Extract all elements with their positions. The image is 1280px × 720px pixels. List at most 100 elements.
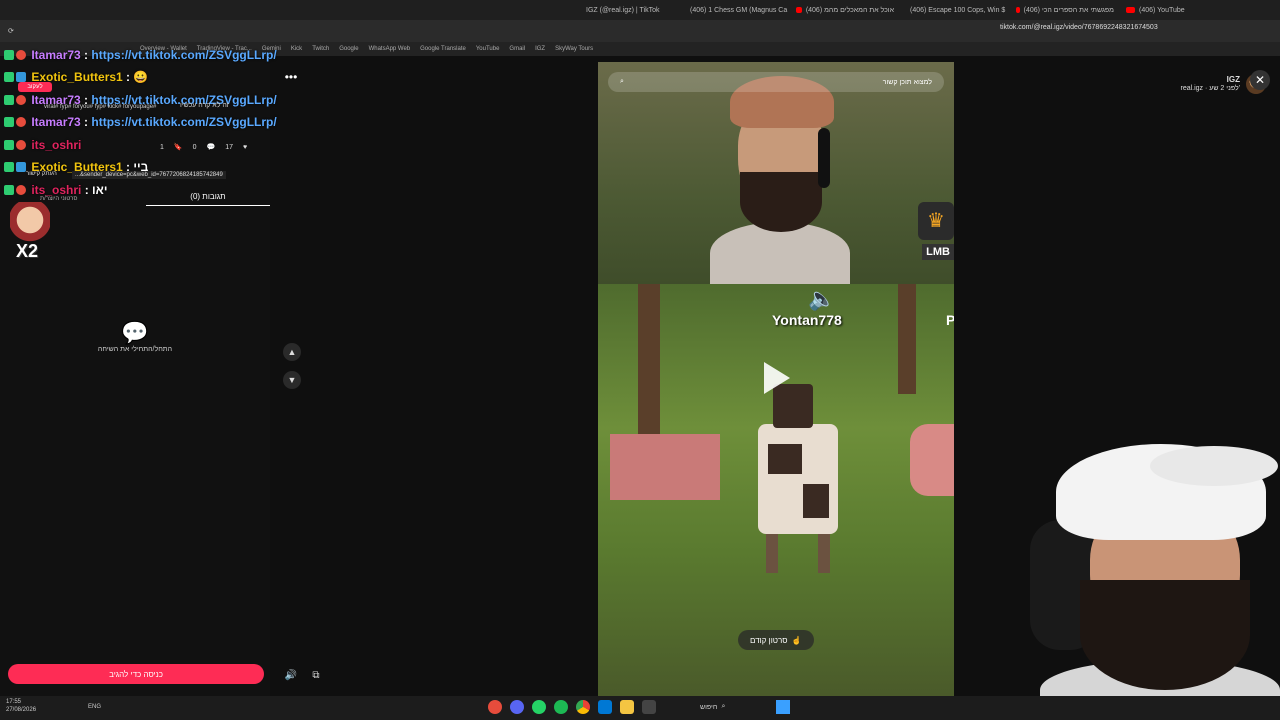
- more-options-icon[interactable]: •••: [282, 71, 300, 86]
- bookmark-item[interactable]: Google Translate: [420, 46, 466, 52]
- chat-separator: :: [80, 115, 92, 129]
- spotify-icon[interactable]: [554, 700, 568, 714]
- cow-spot: [768, 444, 802, 474]
- youtube-icon: [1126, 7, 1135, 13]
- youtube-icon: [1016, 7, 1020, 13]
- cow-spot: [803, 484, 829, 518]
- related-search[interactable]: ⌕ למצוא תוכן קשור: [608, 72, 944, 92]
- windows-start-icon[interactable]: [776, 700, 790, 714]
- chat-separator: :: [80, 48, 92, 62]
- tab-creator-videos[interactable]: סרטוני היוצר/ת: [40, 196, 77, 202]
- author-info: IGZ real.igz · לפני 2 שע': [1180, 75, 1240, 93]
- chat-username: Itamar73: [31, 115, 81, 129]
- gift-badge-icon: [16, 162, 26, 172]
- add-comment-label: כניסה כדי להגיב: [109, 669, 163, 679]
- store-icon[interactable]: [598, 700, 612, 714]
- next-video-icon[interactable]: ▼: [283, 371, 301, 389]
- player-name: P: [946, 312, 954, 328]
- comments-panel: [0, 56, 270, 696]
- bookmark-item[interactable]: Twitch: [312, 46, 329, 52]
- post-stats: 1 🔖 0 💬 17 ♥: [160, 143, 247, 152]
- bookmark-item[interactable]: Gmail: [509, 46, 525, 52]
- chat-message: Itamar73 : https://vt.tiktok.com/ZSVggLL…: [4, 48, 277, 62]
- cap-brim: [1150, 446, 1278, 486]
- tab-label: (406) YouTube: [1139, 6, 1185, 14]
- chat-message: its_oshri: [4, 138, 81, 152]
- like-count: 17: [225, 143, 234, 151]
- add-comment-button[interactable]: כניסה כדי להגיב: [8, 664, 264, 684]
- beard: [1080, 580, 1250, 690]
- tab-escape[interactable]: (406) Escape 100 Cops, Win $: [900, 0, 1010, 20]
- post-tags: viral# fyp# foryou# fyp# kick# foryoupag…: [44, 104, 157, 110]
- facecam-top: ♛ LMB ⌕ למצוא תוכן קשור: [598, 62, 954, 284]
- tab-youtube[interactable]: (406) YouTube: [1120, 0, 1200, 20]
- bookmark-icon[interactable]: 🔖: [174, 143, 183, 151]
- search-label: חיפוש: [700, 703, 718, 711]
- bookmark-item[interactable]: IGZ: [535, 46, 545, 52]
- speaker-icon: 🔈: [808, 286, 836, 311]
- comment-icon[interactable]: 💬: [207, 143, 216, 151]
- play-icon[interactable]: [764, 362, 790, 394]
- beard: [740, 172, 822, 232]
- tab-comments[interactable]: תגובות (0): [146, 192, 270, 206]
- discord-icon[interactable]: [510, 700, 524, 714]
- sub-badge-icon: [4, 50, 14, 60]
- cow-leg: [818, 529, 830, 573]
- share-link[interactable]: ...&sender_device=pc&web_id=767720682418…: [72, 171, 226, 179]
- sub-badge-icon: [4, 140, 14, 150]
- tab-label: (406) מפגשתי את הספרים הכי: [1023, 6, 1114, 14]
- app-icon[interactable]: [488, 700, 502, 714]
- tab-label: (406) אוכל את המאכלים מהמ: [805, 6, 894, 14]
- reload-icon[interactable]: ⟳: [8, 27, 14, 35]
- language-indicator[interactable]: ENG: [88, 704, 101, 710]
- webcam-overlay: [1000, 430, 1280, 720]
- volume-icon[interactable]: 🔊: [283, 667, 299, 683]
- chat-link[interactable]: https://vt.tiktok.com/ZSVggLLrp/: [91, 115, 276, 129]
- previous-video-button[interactable]: סרטון קודם ☝: [738, 630, 814, 650]
- folder-icon[interactable]: [620, 700, 634, 714]
- gift-badge-icon: [16, 72, 26, 82]
- screen: IGZ (@real.igz) | TikTok (406) 1 Chess G…: [0, 0, 1280, 720]
- previous-video-icon[interactable]: ▲: [283, 343, 301, 361]
- previous-video-label: סרטון קודם: [750, 635, 788, 645]
- chat-username: its_oshri: [31, 138, 82, 152]
- taskbar-apps: [488, 700, 656, 714]
- tab-chess[interactable]: (406) 1 Chess GM (Magnus Ca: [680, 0, 790, 20]
- pig: [910, 424, 954, 496]
- picture-in-picture-icon[interactable]: ⧉: [308, 667, 324, 683]
- bookmark-item[interactable]: SkyWay Tours: [555, 46, 593, 52]
- shield-icon: [16, 140, 26, 150]
- headset: [818, 128, 830, 188]
- tree-trunk: [638, 284, 660, 434]
- copy-link-button[interactable]: העתק קישור: [26, 171, 57, 177]
- tab-books[interactable]: (406) מפגשתי את הספרים הכי: [1010, 0, 1120, 20]
- bookmark-item[interactable]: YouTube: [476, 46, 500, 52]
- video-player[interactable]: ♛ LMB ⌕ למצוא תוכן קשור 🔈 Yontan778 P סר…: [598, 62, 954, 696]
- clock[interactable]: 17:55 27/08/2026: [6, 698, 36, 714]
- address-bar[interactable]: tiktok.com/@real.igz/video/7678692248321…: [1000, 24, 1158, 31]
- lmb-logo-icon: ♛: [918, 202, 954, 240]
- chrome-icon[interactable]: [576, 700, 590, 714]
- anime-sticker: X2: [10, 202, 50, 262]
- cow-character: [748, 384, 848, 574]
- post-caption: זה לא קרה עכשיו: [180, 102, 229, 109]
- chat-username: Itamar73: [31, 48, 81, 62]
- bookmark-item[interactable]: WhatsApp Web: [369, 46, 411, 52]
- tab-food[interactable]: (406) אוכל את המאכלים מהמ: [790, 0, 900, 20]
- taskbar: 17:55 27/08/2026 ENG חיפוש ⌕: [0, 696, 1280, 720]
- youtube-icon: [796, 7, 802, 13]
- save-count: 1: [160, 143, 164, 151]
- heart-icon[interactable]: ♥: [243, 144, 247, 151]
- bookmark-item[interactable]: Kick: [291, 46, 302, 52]
- search-placeholder: למצוא תוכן קשור: [882, 78, 932, 86]
- whatsapp-icon[interactable]: [532, 700, 546, 714]
- sticker-x2-label: X2: [16, 241, 39, 261]
- follow-button[interactable]: לעקוב: [18, 82, 52, 92]
- tab-tiktok[interactable]: IGZ (@real.igz) | TikTok: [580, 0, 680, 20]
- close-icon[interactable]: ✕: [1250, 70, 1270, 90]
- taskbar-search[interactable]: חיפוש ⌕: [700, 700, 772, 714]
- author-handle: real.igz · לפני 2 שע': [1180, 85, 1240, 92]
- app-icon[interactable]: [642, 700, 656, 714]
- bookmark-item[interactable]: Google: [339, 46, 358, 52]
- chat-link[interactable]: https://vt.tiktok.com/ZSVggLLrp/: [91, 48, 276, 62]
